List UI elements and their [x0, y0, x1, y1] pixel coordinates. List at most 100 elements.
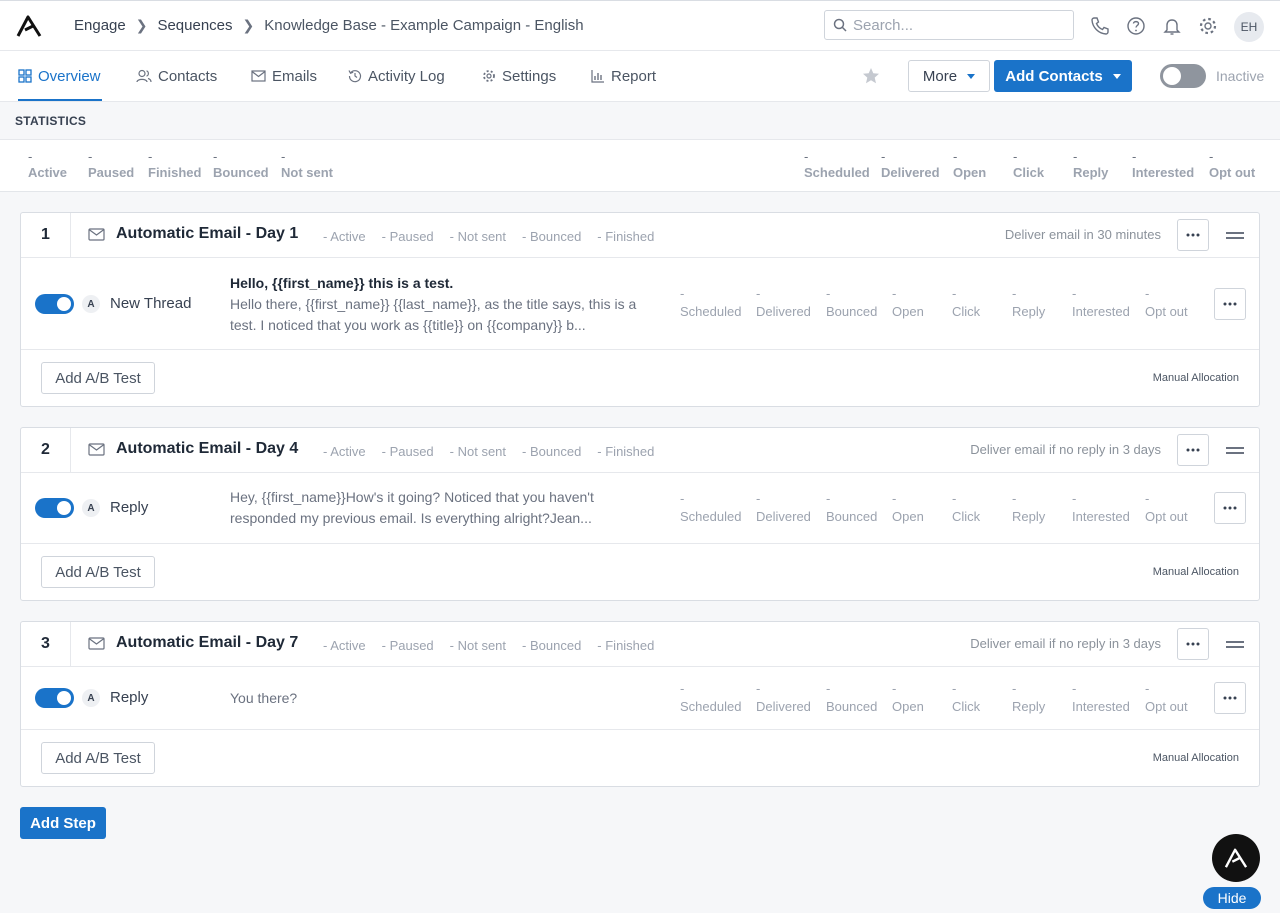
app-logo-icon[interactable] — [16, 14, 42, 38]
variant-badge: A — [82, 689, 100, 707]
phone-icon[interactable] — [1090, 16, 1110, 36]
tab-overview[interactable]: Overview — [18, 51, 102, 101]
step-stat: - Active — [323, 229, 366, 244]
assistant-launcher-button[interactable] — [1212, 834, 1260, 882]
breadcrumb-engage[interactable]: Engage — [74, 17, 126, 34]
drag-handle-icon[interactable] — [1226, 232, 1244, 239]
step-options-button[interactable] — [1177, 434, 1209, 466]
step-title[interactable]: Automatic Email - Day 1 — [116, 225, 298, 243]
search-input[interactable] — [853, 16, 1053, 34]
tab-emails[interactable]: Emails — [251, 51, 317, 101]
app-logo-icon — [1224, 848, 1248, 868]
variant-stat-click: - Click — [952, 286, 981, 319]
variant-options-button[interactable] — [1214, 682, 1246, 714]
step-title[interactable]: Automatic Email - Day 7 — [116, 634, 298, 652]
variant-options-button[interactable] — [1214, 288, 1246, 320]
add-contacts-label: Add Contacts — [1005, 67, 1103, 85]
users-icon — [136, 69, 152, 83]
bell-icon[interactable] — [1162, 16, 1182, 36]
breadcrumb-sequences[interactable]: Sequences — [157, 17, 232, 34]
variant-badge: A — [82, 295, 100, 313]
tab-contacts[interactable]: Contacts — [136, 51, 217, 101]
add-step-button[interactable]: Add Step — [20, 807, 106, 839]
email-preview[interactable]: Hello, {{first_name}} this is a test. He… — [230, 273, 648, 336]
variant-stat-bounced: - Bounced — [826, 491, 878, 524]
sequence-active-toggle[interactable] — [1160, 64, 1206, 88]
variant-toggle[interactable] — [35, 498, 74, 518]
tab-report[interactable]: Report — [591, 51, 656, 101]
sequence-status-label: Inactive — [1216, 68, 1265, 84]
stat-open: - Open — [953, 149, 987, 180]
sequence-nav: Overview Contacts Emails Activity Log Se… — [0, 51, 1280, 101]
variant-stat-delivered: - Delivered — [756, 491, 811, 524]
email-preview[interactable]: You there? — [230, 688, 648, 709]
more-horizontal-icon — [1223, 506, 1237, 510]
more-button[interactable]: More — [908, 60, 990, 92]
step-options-button[interactable] — [1177, 628, 1209, 660]
email-variant: A Reply You there? - Scheduled - Delivered… — [21, 667, 1259, 730]
add-ab-test-button[interactable]: Add A/B Test — [41, 742, 155, 774]
help-icon[interactable] — [1126, 16, 1146, 36]
drag-handle-icon[interactable] — [1226, 641, 1244, 648]
stat-opt-out: - Opt out — [1209, 149, 1256, 180]
avatar[interactable]: EH — [1234, 12, 1264, 42]
tab-activity-log[interactable]: Activity Log — [348, 51, 445, 101]
step-stat: - Bounced — [522, 229, 582, 244]
search-box[interactable] — [824, 10, 1074, 40]
add-contacts-button[interactable]: Add Contacts — [994, 60, 1132, 92]
step-header: 1 Automatic Email - Day 1 - Active - Pau… — [21, 213, 1259, 258]
variant-stat-bounced: - Bounced — [826, 286, 878, 319]
step-footer: Add A/B Test Manual Allocation — [21, 730, 1259, 786]
variant-stat-delivered: - Delivered — [756, 286, 811, 319]
tab-label: Settings — [502, 67, 557, 85]
allocation-label[interactable]: Manual Allocation — [1153, 372, 1239, 384]
variant-toggle[interactable] — [35, 294, 74, 314]
variant-options-button[interactable] — [1214, 492, 1246, 524]
email-preview[interactable]: Hey, {{first_name}}How's it going? Notic… — [230, 487, 648, 529]
step-card: 2 Automatic Email - Day 4 - Active - Pau… — [20, 427, 1260, 601]
step-card: 1 Automatic Email - Day 1 - Active - Pau… — [20, 212, 1260, 407]
step-stat: - Finished — [597, 444, 655, 459]
variant-stat-scheduled: - Scheduled — [680, 286, 742, 319]
hide-button[interactable]: Hide — [1203, 887, 1261, 909]
mail-icon — [88, 637, 105, 650]
step-options-button[interactable] — [1177, 219, 1209, 251]
drag-handle-icon[interactable] — [1226, 447, 1244, 454]
step-header: 3 Automatic Email - Day 7 - Active - Pau… — [21, 622, 1259, 667]
delivery-rule: Deliver email in 30 minutes — [1004, 227, 1161, 242]
allocation-label[interactable]: Manual Allocation — [1153, 566, 1239, 578]
stat-active: - Active — [28, 149, 68, 180]
tab-settings[interactable]: Settings — [482, 51, 556, 101]
allocation-label[interactable]: Manual Allocation — [1153, 752, 1239, 764]
star-icon[interactable] — [862, 67, 880, 85]
step-card: 3 Automatic Email - Day 7 - Active - Pau… — [20, 621, 1260, 787]
mail-icon — [88, 228, 105, 241]
step-title[interactable]: Automatic Email - Day 4 — [116, 440, 298, 458]
variant-stat-reply: - Reply — [1012, 286, 1046, 319]
grid-icon — [18, 69, 32, 83]
step-stat: - Not sent — [449, 229, 507, 244]
tab-label: Activity Log — [368, 67, 445, 85]
step-header: 2 Automatic Email - Day 4 - Active - Pau… — [21, 428, 1259, 473]
variant-stat-opt-out: - Opt out — [1145, 286, 1188, 319]
step-stat: - Bounced — [522, 444, 582, 459]
add-ab-test-button[interactable]: Add A/B Test — [41, 556, 155, 588]
add-ab-test-button[interactable]: Add A/B Test — [41, 362, 155, 394]
email-variant: A New Thread Hello, {{first_name}} this … — [21, 258, 1259, 350]
step-stat: - Paused — [381, 638, 434, 653]
variant-stat-reply: - Reply — [1012, 681, 1046, 714]
variant-badge: A — [82, 499, 100, 517]
variant-stat-interested: - Interested — [1072, 286, 1130, 319]
step-stat: - Active — [323, 638, 366, 653]
variant-stat-bounced: - Bounced — [826, 681, 878, 714]
more-horizontal-icon — [1223, 302, 1237, 306]
variant-toggle[interactable] — [35, 688, 74, 708]
chevron-right-icon: ❯ — [135, 17, 148, 33]
gear-icon[interactable] — [1198, 16, 1218, 36]
tab-label: Overview — [38, 67, 101, 85]
step-stat: - Bounced — [522, 638, 582, 653]
statistics-header: STATISTICS — [0, 101, 1280, 140]
step-stat: - Finished — [597, 638, 655, 653]
bar-chart-icon — [591, 70, 604, 83]
history-icon — [348, 70, 362, 83]
